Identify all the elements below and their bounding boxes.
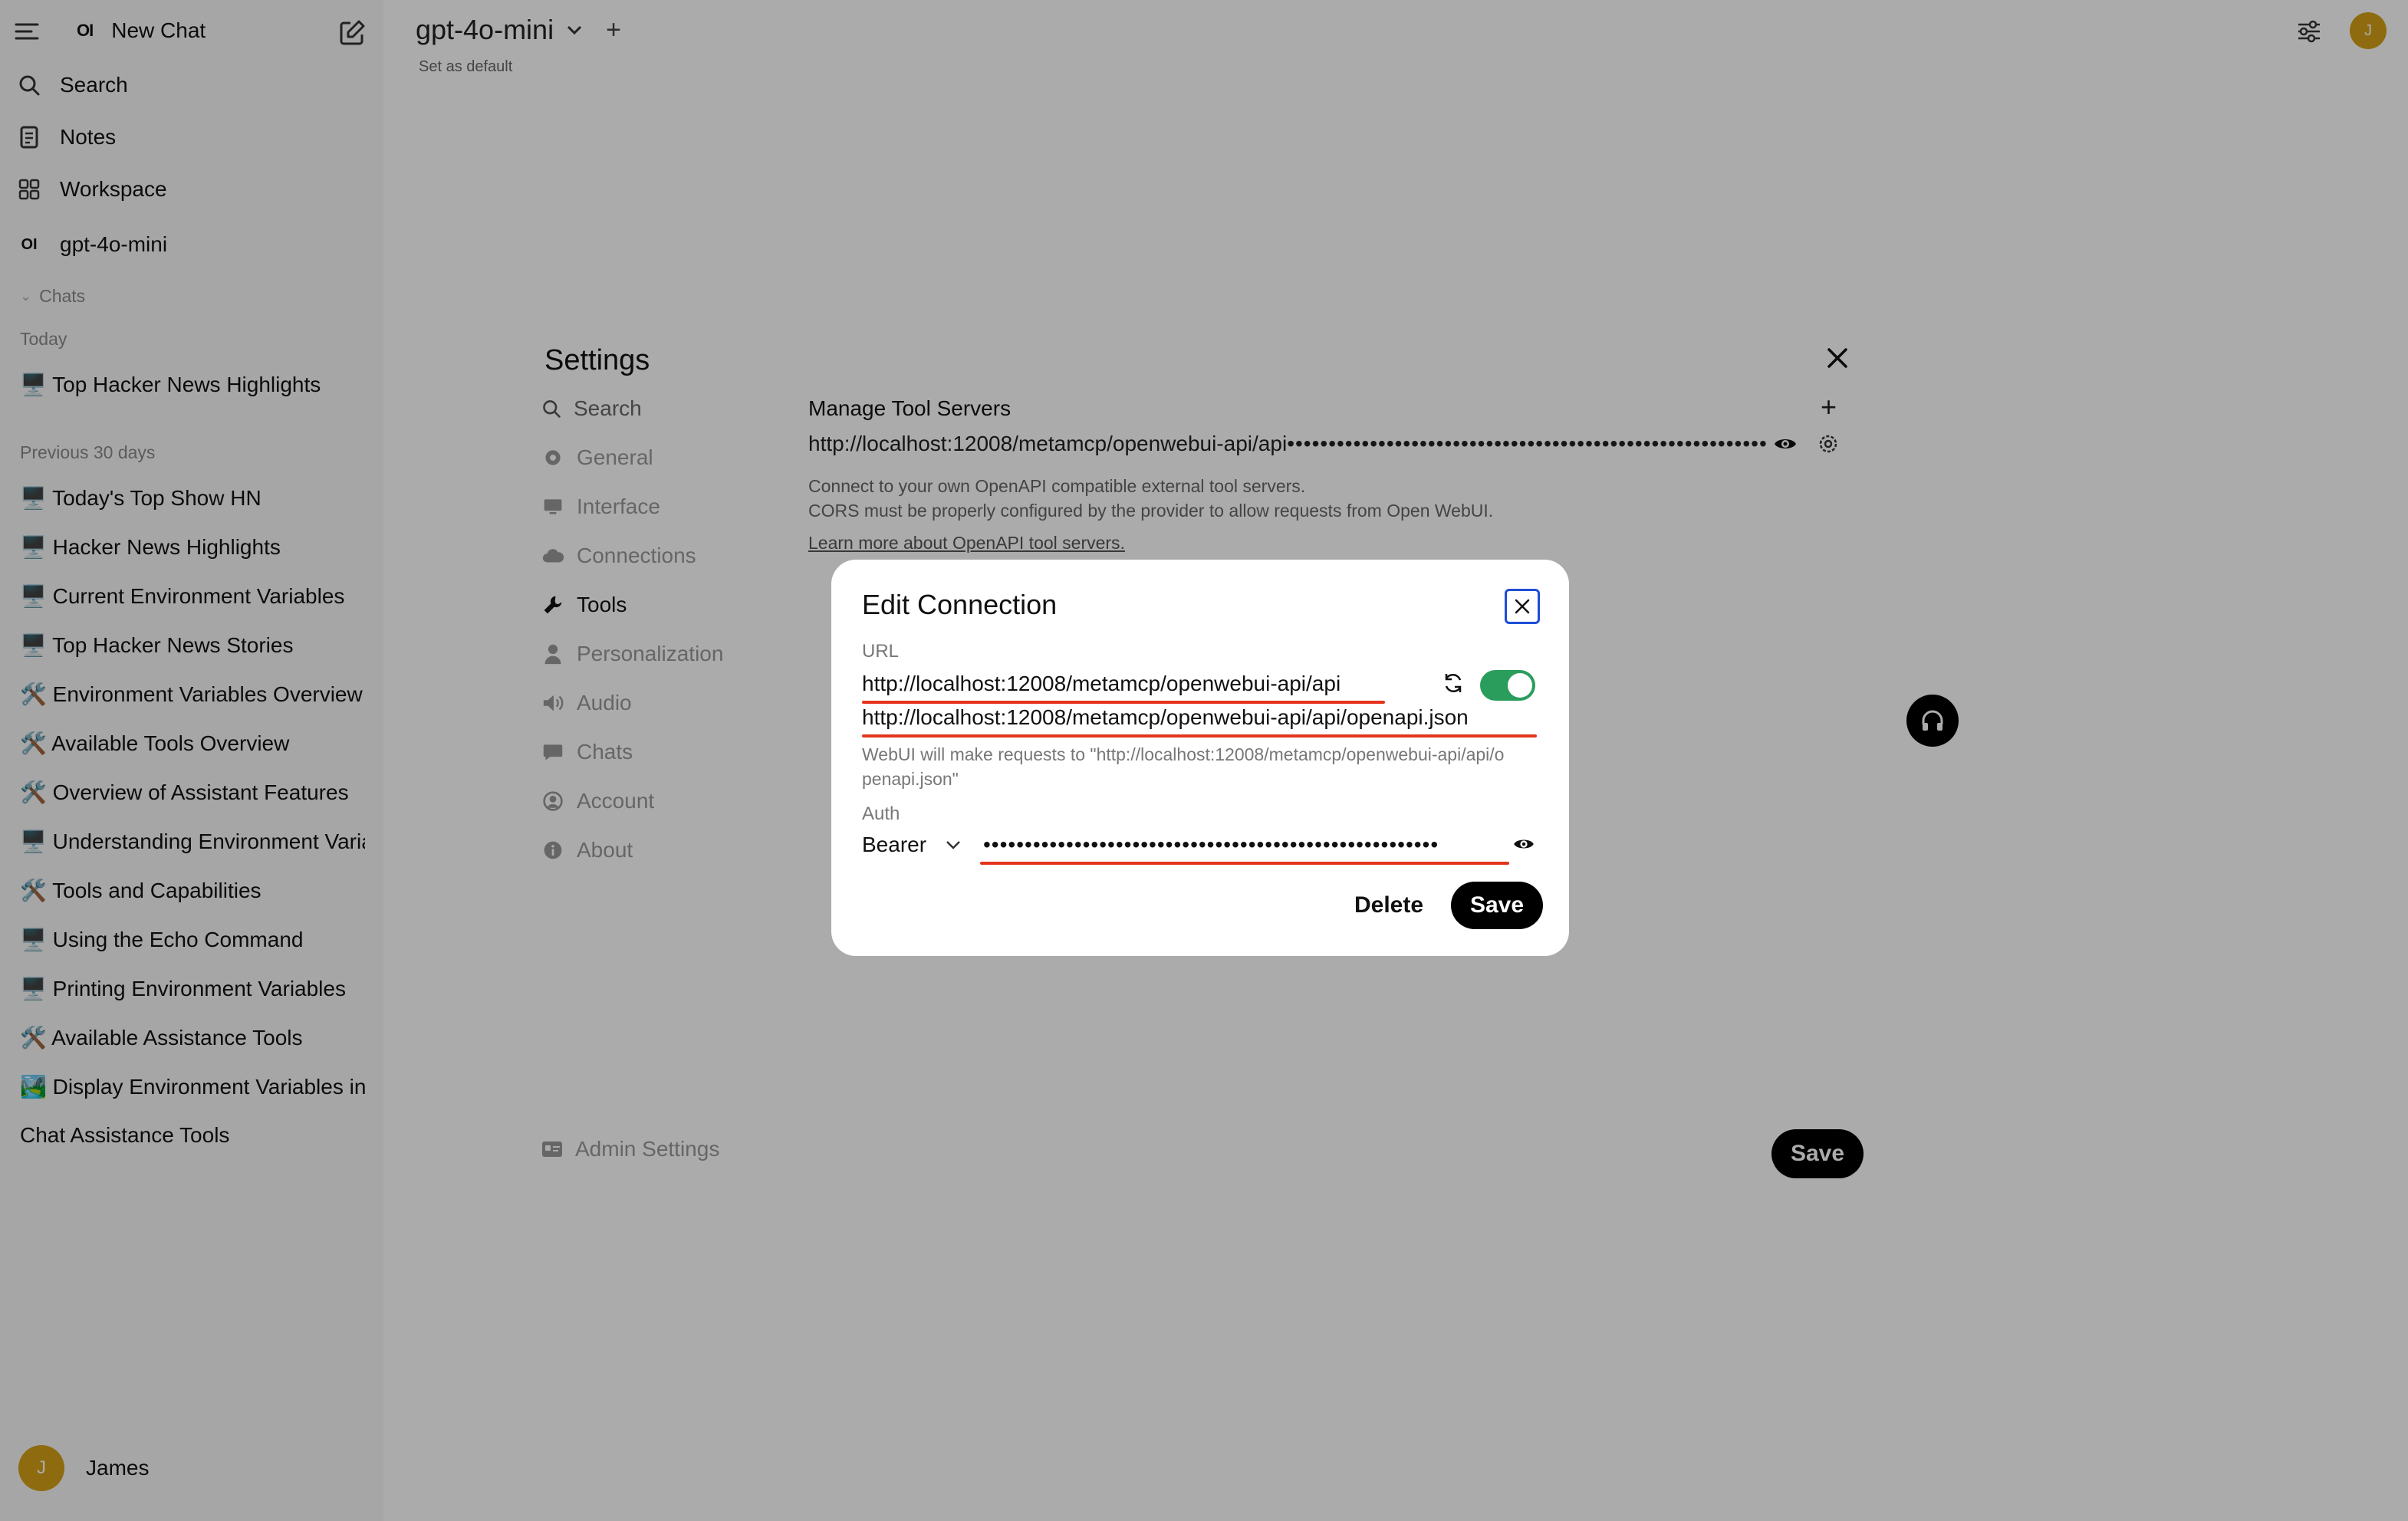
add-server-icon[interactable]: +: [1821, 393, 1837, 421]
tab-connections[interactable]: Connections: [541, 544, 696, 568]
edit-connection-dialog: Edit Connection URL http://localhost:120…: [831, 560, 1569, 956]
tab-personalization[interactable]: Personalization: [541, 642, 723, 666]
learn-more-link[interactable]: Learn more about OpenAPI tool servers.: [808, 533, 1125, 554]
close-icon: [1513, 597, 1531, 616]
gear-icon[interactable]: [1816, 432, 1841, 456]
tab-label: Interface: [577, 494, 660, 518]
speaker-icon: [541, 692, 564, 715]
tab-audio[interactable]: Audio: [541, 691, 632, 715]
tab-about[interactable]: About: [541, 838, 633, 862]
manage-tool-servers-heading: Manage Tool Servers: [808, 396, 1012, 420]
tab-label: About: [577, 838, 633, 862]
dialog-save-button[interactable]: Save: [1451, 882, 1543, 929]
tab-interface[interactable]: Interface: [541, 494, 660, 519]
eye-icon[interactable]: [1512, 836, 1535, 852]
tab-label: Account: [577, 789, 655, 813]
url-input[interactable]: http://localhost:12008/metamcp/openwebui…: [862, 672, 1341, 696]
close-icon[interactable]: [1825, 346, 1850, 370]
tab-label: Audio: [577, 691, 632, 715]
admin-settings-label: Admin Settings: [575, 1137, 720, 1161]
tab-chats[interactable]: Chats: [541, 740, 633, 764]
settings-save-button[interactable]: Save: [1771, 1129, 1864, 1178]
tool-server-key[interactable]: ••••••••••••••••••••••••••••••••••••••••…: [1287, 432, 1767, 456]
refresh-icon[interactable]: [1442, 672, 1465, 695]
tool-server-row: http://localhost:12008/metamcp/openwebui…: [808, 432, 1767, 456]
chat-bubble-icon: [541, 741, 564, 764]
chevron-down-icon: [945, 839, 962, 850]
auth-type-select[interactable]: Bearer: [862, 833, 962, 857]
auth-annotation-underline: [980, 862, 1509, 865]
tab-label: General: [577, 445, 653, 469]
eye-icon[interactable]: [1773, 435, 1798, 453]
auth-type-value: Bearer: [862, 833, 927, 856]
tools-description-2: CORS must be properly configured by the …: [808, 501, 1494, 521]
admin-settings-link[interactable]: Admin Settings: [541, 1137, 719, 1161]
tab-label: Tools: [577, 593, 627, 616]
settings-title: Settings: [544, 344, 650, 376]
path-annotation-underline: [862, 734, 1537, 738]
monitor-icon: [541, 495, 564, 518]
cloud-icon: [541, 544, 564, 567]
auth-key-input[interactable]: ••••••••••••••••••••••••••••••••••••••••…: [983, 833, 1503, 857]
settings-search-input[interactable]: Search: [574, 396, 642, 421]
tab-account[interactable]: Account: [541, 789, 654, 813]
person-icon: [541, 642, 564, 665]
enable-toggle[interactable]: [1480, 670, 1535, 701]
url-annotation-underline: [862, 701, 1385, 704]
tool-server-url[interactable]: http://localhost:12008/metamcp/openwebui…: [808, 432, 1287, 456]
gear-icon: [541, 446, 564, 469]
tools-description-1: Connect to your own OpenAPI compatible e…: [808, 476, 1306, 496]
toggle-knob: [1508, 673, 1532, 698]
tab-general[interactable]: General: [541, 445, 653, 470]
tab-label: Personalization: [577, 642, 724, 665]
info-icon: [541, 839, 564, 862]
request-helper-text: WebUI will make requests to "http://loca…: [862, 744, 1505, 789]
url-label: URL: [862, 641, 900, 662]
dialog-title: Edit Connection: [862, 589, 1058, 620]
wrench-icon: [541, 593, 564, 616]
auth-label: Auth: [862, 803, 900, 824]
tab-label: Connections: [577, 544, 696, 567]
search-icon: [541, 399, 561, 419]
settings-search[interactable]: Search: [541, 396, 642, 421]
openapi-path-input[interactable]: http://localhost:12008/metamcp/openwebui…: [862, 705, 1469, 730]
account-icon: [541, 790, 564, 813]
tab-tools[interactable]: Tools: [541, 593, 627, 617]
tab-label: Chats: [577, 740, 633, 764]
dialog-close-button[interactable]: [1505, 589, 1540, 624]
id-card-icon: [541, 1140, 563, 1158]
delete-button[interactable]: Delete: [1354, 892, 1423, 918]
